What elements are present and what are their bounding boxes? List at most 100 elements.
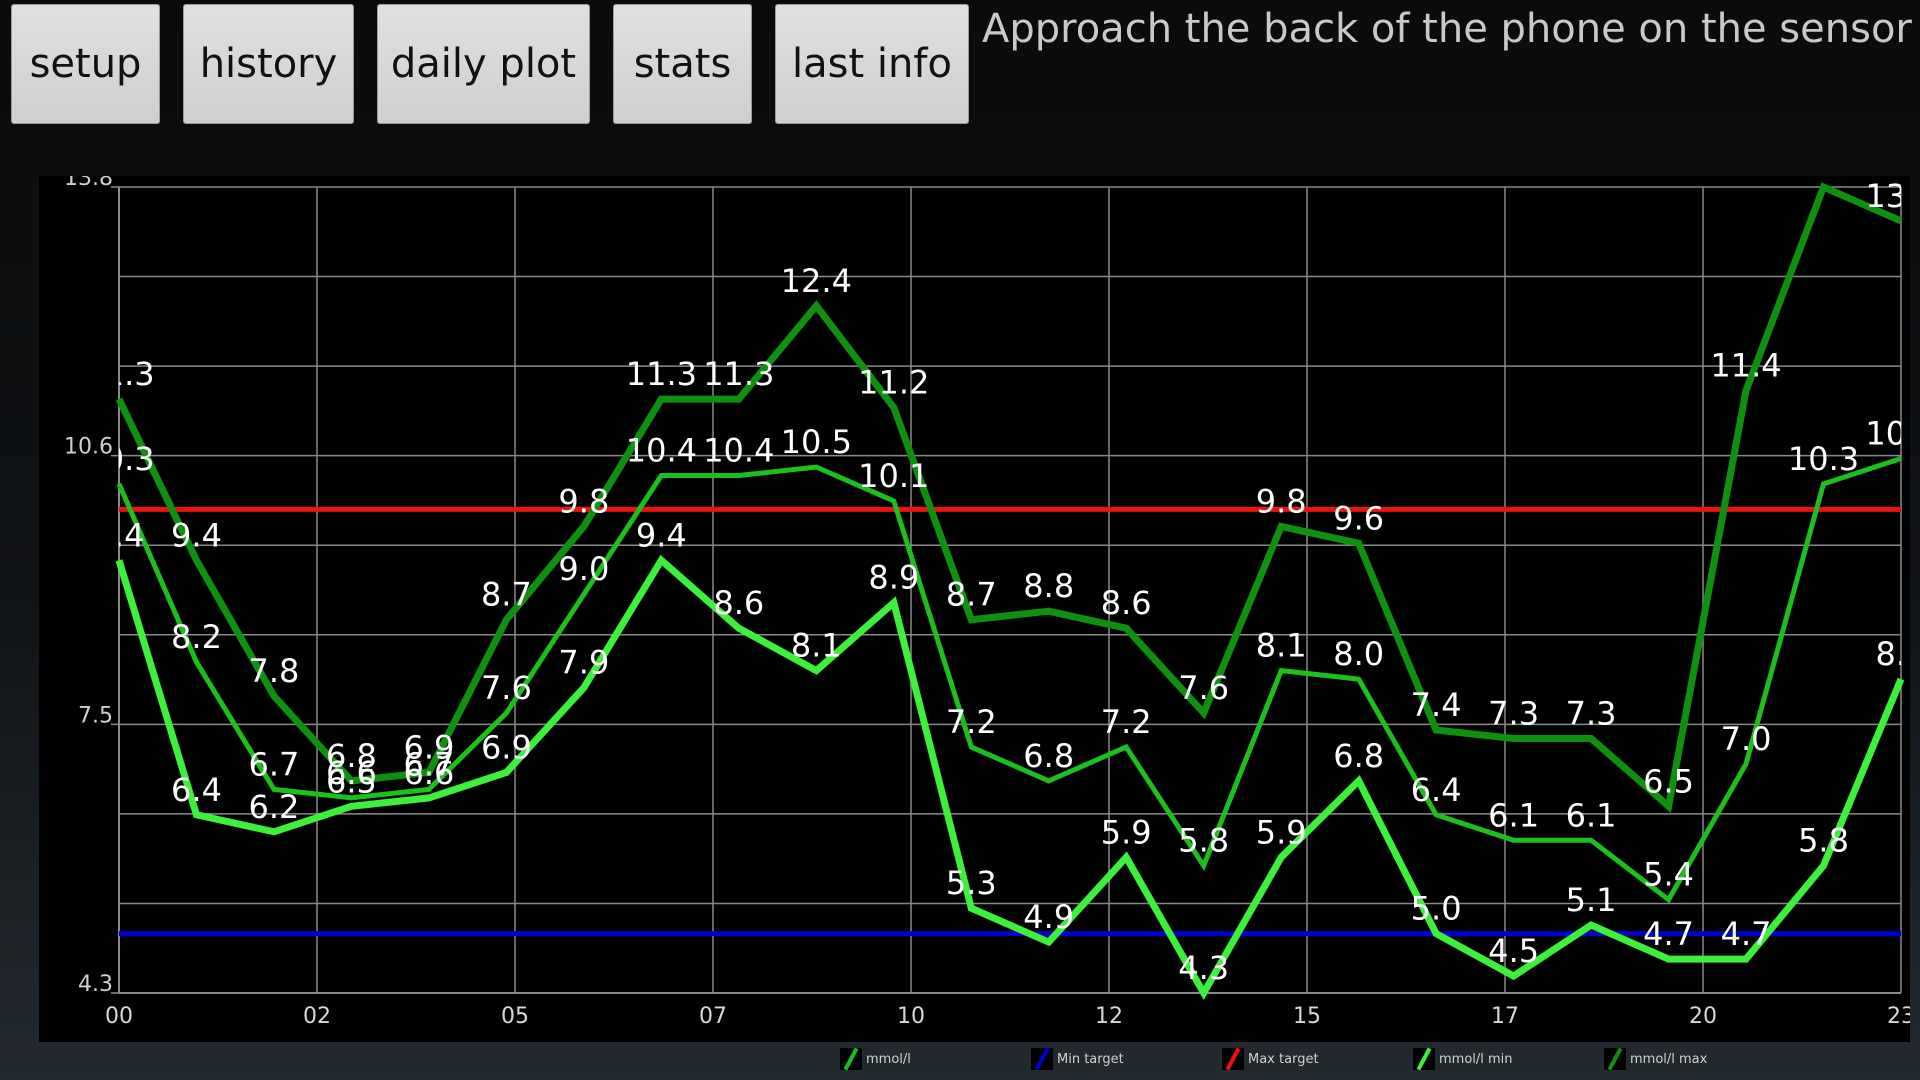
data-label-min: 6.6 (403, 754, 454, 792)
x-tick-label: 10 (897, 1004, 925, 1029)
legend-swatch-min (1413, 1047, 1435, 1071)
legend-label-min-target: Min target (1057, 1051, 1124, 1067)
data-label-max: 11.2 (858, 364, 929, 402)
sensor-hint-text: Approach the back of the phone on the se… (982, 6, 1912, 52)
data-label-avg: 7.6 (481, 669, 532, 707)
data-label-max: 11.3 (83, 355, 154, 393)
data-label-max: 11.4 (1710, 347, 1781, 385)
data-label-avg: 10.1 (858, 457, 929, 495)
data-label-min: 4.9 (1023, 898, 1074, 936)
data-label-max: 9.4 (171, 516, 222, 554)
data-label-min: 4.7 (1721, 915, 1772, 953)
data-label-min: 5.9 (1101, 813, 1152, 851)
x-tick-label: 00 (105, 1004, 133, 1029)
data-label-max: 8.7 (481, 576, 532, 614)
series-line-avg (116, 456, 1902, 904)
data-label-avg: 5.4 (1643, 856, 1694, 894)
legend-item-max: mmol/l max (1604, 1046, 1707, 1072)
data-label-avg: 6.4 (1411, 771, 1462, 809)
data-label-avg: 8.1 (1256, 627, 1307, 665)
x-tick-label: 12 (1095, 1004, 1123, 1029)
legend-label-max: mmol/l max (1630, 1051, 1708, 1067)
chart-panel: 00 02 05 07 10 12 15 17 20 23 13.8 10.6 7.5 4.3 11.3 9… (39, 166, 1915, 1042)
y-tick-label: 4.3 (78, 972, 113, 997)
data-label-min: 6.8 (1333, 737, 1384, 775)
y-tick-label: 13.8 (64, 176, 113, 191)
data-label-max: 12.4 (781, 262, 852, 300)
data-label-max: 9.6 (1333, 499, 1384, 537)
legend-swatch-min-target (1031, 1047, 1053, 1071)
data-label-min: 7.9 (558, 644, 609, 682)
data-label-max: 13.8 (1788, 176, 1859, 181)
data-label-max: 7.4 (1411, 686, 1462, 724)
legend-label-max-target: Max target (1248, 1051, 1319, 1067)
data-label-avg: 6.1 (1488, 796, 1539, 834)
data-label-max: 11.3 (703, 355, 774, 393)
legend-item-avg: mmol/l (840, 1046, 911, 1072)
data-label-max: 9.8 (558, 482, 609, 520)
legend-item-min-target: Min target (1031, 1046, 1124, 1072)
series-line-max (115, 182, 1903, 813)
data-label-min: 9.4 (636, 516, 687, 554)
data-label-max: 9.8 (1256, 482, 1307, 520)
data-label-min: 5.8 (1798, 822, 1849, 860)
x-tick-label: 07 (699, 1004, 727, 1029)
data-label-max: 6.5 (1643, 762, 1694, 800)
data-label-min: 8.6 (713, 584, 764, 622)
data-label-min: 4.7 (1643, 915, 1694, 953)
daily-plot-button[interactable]: daily plot (377, 4, 590, 124)
data-label-avg: 6.7 (249, 745, 300, 783)
data-label-min: 9.4 (94, 516, 145, 554)
data-label-avg: 7.0 (1721, 720, 1772, 758)
legend-item-min: mmol/l min (1413, 1046, 1513, 1072)
data-label-avg: 8.0 (1333, 635, 1384, 673)
legend-swatch-max (1604, 1047, 1626, 1071)
data-label-max: 7.6 (1178, 669, 1229, 707)
y-tick-label: 7.5 (78, 703, 113, 728)
data-label-max: 8.8 (1023, 567, 1074, 605)
setup-button[interactable]: setup (11, 4, 160, 124)
data-label-min: 8.1 (791, 627, 842, 665)
data-label-avg: 7.2 (1101, 703, 1152, 741)
data-label-min: 8.0 (1876, 635, 1910, 673)
history-button[interactable]: history (183, 4, 354, 124)
data-label-min: 6.5 (326, 762, 377, 800)
legend-swatch-avg (840, 1047, 862, 1071)
x-tick-label: 17 (1491, 1004, 1519, 1029)
data-label-min: 4.3 (1178, 949, 1229, 987)
data-label-avg: 6.8 (1023, 737, 1074, 775)
data-label-max: 13.4 (1865, 177, 1910, 215)
data-label-avg: 8.2 (171, 618, 222, 656)
data-label-max: 7.3 (1488, 694, 1539, 732)
data-label-avg: 10.3 (1788, 440, 1859, 478)
data-label-avg: 5.8 (1178, 822, 1229, 860)
data-label-max: 7.3 (1566, 694, 1617, 732)
data-label-max: 11.3 (626, 355, 697, 393)
data-label-avg: 6.1 (1566, 796, 1617, 834)
data-label-avg: 10.4 (703, 431, 774, 469)
last-info-button[interactable]: last info (775, 4, 969, 124)
data-label-avg: 10.6 (1865, 414, 1910, 452)
data-label-avg: 10.4 (626, 431, 697, 469)
data-label-min: 5.9 (1256, 813, 1307, 851)
legend-item-max-target: Max target (1222, 1046, 1319, 1072)
legend-label-avg: mmol/l (866, 1051, 911, 1067)
stats-button[interactable]: stats (613, 4, 752, 124)
y-tick-label: 10.6 (64, 435, 113, 460)
data-label-min: 5.0 (1411, 890, 1462, 928)
data-label-avg: 10.5 (781, 423, 852, 461)
data-label-max: 8.7 (946, 576, 997, 614)
data-label-min: 8.9 (868, 559, 919, 597)
data-label-min: 5.3 (946, 864, 997, 902)
x-tick-label: 05 (501, 1004, 529, 1029)
daily-plot-chart: 00 02 05 07 10 12 15 17 20 23 13.8 10.6 7.5 4.3 11.3 9… (64, 166, 1915, 1029)
data-label-min: 6.4 (171, 771, 222, 809)
data-label-avg: 9.0 (558, 550, 609, 588)
data-label-avg: 7.2 (946, 703, 997, 741)
data-label-min: 6.2 (249, 788, 300, 826)
data-label-min: 4.5 (1488, 932, 1539, 970)
x-tick-label: 15 (1293, 1004, 1321, 1029)
data-label-min: 6.9 (481, 728, 532, 766)
x-tick-label: 20 (1689, 1004, 1717, 1029)
x-tick-label: 02 (303, 1004, 331, 1029)
